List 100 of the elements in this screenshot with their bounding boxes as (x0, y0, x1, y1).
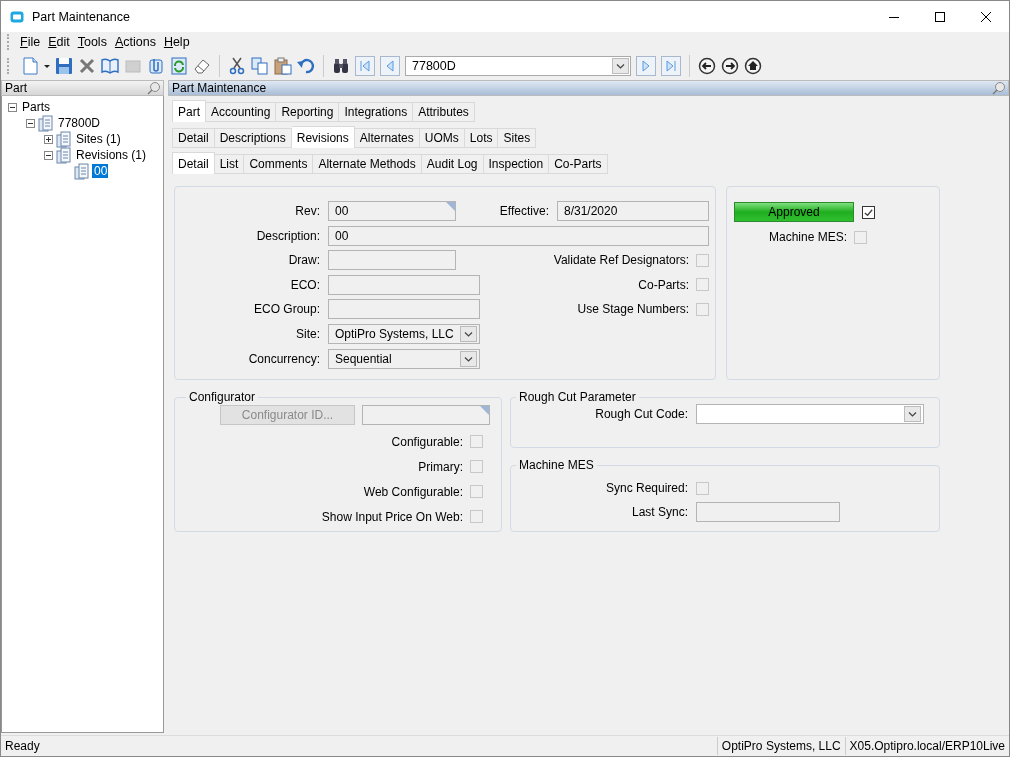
tab[interactable]: Accounting (206, 102, 277, 122)
checkbox-label: Use Stage Numbers: (577, 302, 689, 317)
chevron-down-icon (616, 63, 625, 69)
tab[interactable]: Co-Parts (549, 154, 608, 174)
menu-item[interactable]: Actions (110, 35, 160, 49)
last-record-button[interactable] (661, 56, 681, 76)
skip-forward-icon (665, 60, 677, 72)
previous-record-button[interactable] (380, 56, 400, 76)
menu-item[interactable]: Help (159, 35, 194, 49)
tab[interactable]: Sites (498, 128, 537, 148)
field-label: Rough Cut Code: (595, 406, 688, 423)
tab[interactable]: Alternate Methods (313, 154, 422, 174)
maximize-icon[interactable] (935, 11, 945, 22)
eraser-icon[interactable] (193, 57, 211, 75)
field-label: ECO Group: (252, 302, 320, 317)
close-icon[interactable] (981, 11, 991, 22)
tab[interactable]: Part (172, 100, 206, 122)
group-title: Rough Cut Parameter (518, 390, 637, 404)
date-field[interactable]: 8/31/2020 (557, 201, 709, 221)
tab[interactable]: Alternates (354, 128, 420, 148)
checkbox-label: Show Input Price On Web: (321, 509, 463, 524)
text-field[interactable] (328, 250, 456, 271)
paperclip-icon[interactable] (147, 57, 165, 75)
group-title: Machine MES (518, 458, 595, 472)
concurrency-dropdown[interactable]: Sequential (328, 348, 480, 369)
field-label: Sync Required: (604, 481, 688, 495)
text-field[interactable] (328, 274, 480, 295)
tree-item[interactable]: Revisions (1) (74, 148, 149, 162)
rough-cut-dropdown[interactable] (696, 404, 924, 424)
home-icon[interactable] (744, 57, 762, 75)
menu-item[interactable]: Tools (73, 35, 111, 49)
first-record-button[interactable] (355, 56, 375, 76)
tab[interactable]: Integrations (339, 102, 414, 122)
tab[interactable]: Comments (244, 154, 314, 174)
collapse-icon[interactable] (44, 150, 53, 160)
chevron-down-icon (908, 411, 917, 417)
collapse-icon[interactable] (26, 118, 35, 128)
copy-icon[interactable] (251, 57, 269, 75)
paste-icon[interactable] (274, 57, 292, 75)
text-field[interactable] (696, 502, 840, 522)
forward-icon[interactable] (721, 57, 739, 75)
field-label: Concurrency: (247, 351, 320, 366)
rev-field[interactable]: 00 (328, 201, 456, 221)
group-title: Configurator (188, 390, 257, 404)
tab[interactable]: Detail (172, 152, 215, 174)
book-icon[interactable] (101, 57, 119, 75)
checkbox-label: Configurable: (391, 434, 463, 449)
delete-icon[interactable] (78, 57, 96, 75)
checkbox-label: Machine MES: (768, 230, 847, 244)
approved-button[interactable]: Approved (734, 202, 854, 222)
save-icon[interactable] (55, 57, 73, 75)
document-stack-icon (74, 162, 89, 180)
new-document-icon[interactable] (21, 57, 39, 75)
tab[interactable]: Detail (172, 128, 215, 148)
document-stack-icon (56, 130, 71, 148)
status-text: Ready (4, 738, 41, 755)
tab[interactable]: Attributes (413, 102, 475, 122)
tab[interactable]: UOMs (419, 128, 465, 148)
panel-title: Part Maintenance (172, 81, 267, 95)
panel-title: Part (5, 81, 27, 95)
text-field[interactable] (328, 299, 480, 320)
tab[interactable]: Reporting (276, 102, 340, 122)
tree-item[interactable]: 77800D (56, 116, 103, 130)
scissors-icon[interactable] (228, 57, 246, 75)
tree-item[interactable]: Sites (1) (74, 132, 123, 146)
back-icon[interactable] (698, 57, 716, 75)
binoculars-icon[interactable] (332, 57, 350, 75)
triangle-left-icon (384, 60, 396, 72)
document-stack-icon (38, 114, 53, 132)
field-label: Description: (255, 228, 320, 243)
caret-icon[interactable] (44, 64, 50, 68)
tab[interactable]: Lots (464, 128, 499, 148)
checkbox[interactable] (862, 205, 875, 219)
tab[interactable]: Audit Log (421, 154, 484, 174)
tab[interactable]: Revisions (291, 126, 355, 148)
status-text: OptiPro Systems, LLC (716, 737, 845, 755)
text-field[interactable]: 00 (328, 225, 709, 246)
site-dropdown[interactable]: OptiPro Systems, LLC (328, 323, 480, 344)
text-field[interactable] (362, 405, 490, 425)
next-record-button[interactable] (636, 56, 656, 76)
skip-back-icon (359, 60, 371, 72)
field-label: Rev: (294, 204, 320, 218)
menu-item[interactable]: File (16, 35, 45, 49)
collapse-icon[interactable] (8, 102, 17, 112)
undo-icon[interactable] (297, 57, 315, 75)
expand-icon[interactable] (44, 134, 53, 144)
checkbox-label: Primary: (418, 459, 463, 474)
document-stack-icon (56, 146, 71, 164)
tree-item[interactable]: 00 (92, 164, 109, 178)
checkbox-label: Validate Ref Designators: (553, 253, 689, 268)
field-label: ECO: (289, 277, 320, 292)
app-icon (10, 10, 24, 23)
tab[interactable]: Inspection (483, 154, 550, 174)
tab[interactable]: List (214, 154, 245, 174)
menu-item[interactable]: Edit (44, 35, 74, 49)
tree-item[interactable]: Parts (20, 100, 52, 114)
window-title: Part Maintenance (32, 9, 131, 24)
tab[interactable]: Descriptions (214, 128, 292, 148)
record-dropdown[interactable]: 77800D (405, 56, 631, 76)
refresh-icon[interactable] (170, 57, 188, 75)
